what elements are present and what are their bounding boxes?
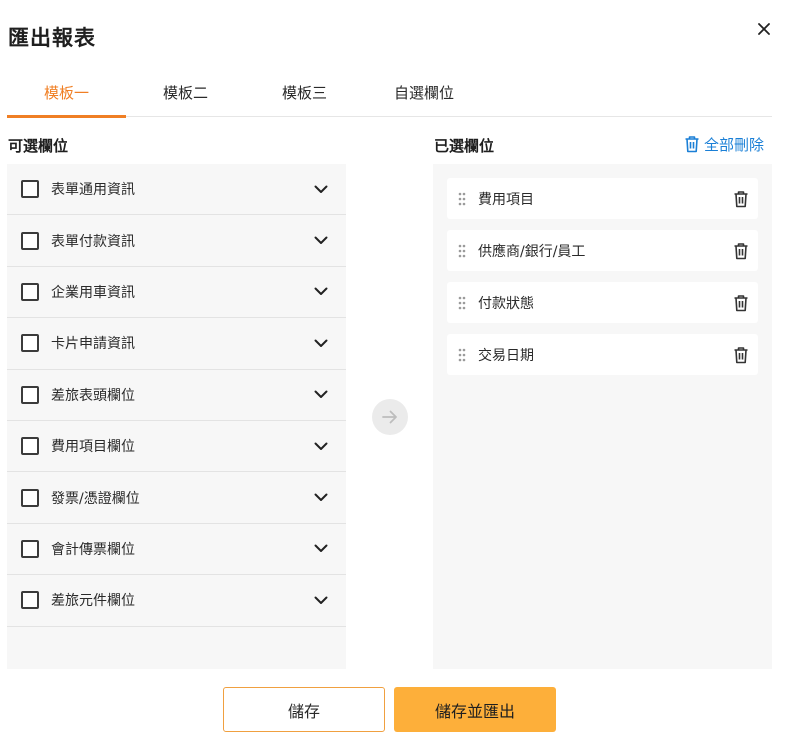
drag-handle-icon[interactable] [458,348,466,362]
field-group-row[interactable]: 差旅表頭欄位 [7,370,346,421]
available-fields-title: 可選欄位 [8,137,69,155]
close-icon [758,23,770,35]
field-group-label: 差旅表頭欄位 [51,387,135,404]
tab-template-1[interactable]: 模板一 [7,68,126,118]
drag-handle-icon[interactable] [458,296,466,310]
selected-field-item[interactable]: 交易日期 [447,334,758,375]
field-group-label: 表單付款資訊 [51,233,135,250]
chevron-down-icon[interactable] [313,335,329,351]
field-checkbox[interactable] [21,488,39,507]
field-group-row[interactable]: 表單付款資訊 [7,215,346,267]
chevron-down-icon[interactable] [313,592,329,608]
chevron-down-icon[interactable] [313,438,329,454]
field-group-label: 企業用車資訊 [51,284,135,301]
chevron-down-icon[interactable] [313,490,329,506]
field-group-row[interactable]: 卡片申請資訊 [7,318,346,370]
field-group-row[interactable]: 表單通用資訊 [7,164,346,216]
tab-template-3[interactable]: 模板三 [245,68,364,117]
trash-icon[interactable] [733,242,749,260]
field-group-row[interactable]: 差旅元件欄位 [7,575,346,627]
tab-template-2[interactable]: 模板二 [126,68,245,117]
chevron-down-icon[interactable] [313,181,329,197]
trash-icon[interactable] [733,346,749,364]
field-group-row[interactable]: 發票/憑證欄位 [7,472,346,524]
delete-all-label: 全部刪除 [704,135,765,154]
field-group-label: 卡片申請資訊 [51,336,135,353]
delete-all-button[interactable]: 全部刪除 [684,133,764,155]
selected-field-label: 費用項目 [478,191,534,208]
trash-icon[interactable] [733,294,749,312]
drag-handle-icon[interactable] [458,244,466,258]
field-group-row[interactable]: 費用項目欄位 [7,421,346,473]
trash-icon[interactable] [733,190,749,208]
arrow-right-icon [382,410,397,424]
selected-field-item[interactable]: 費用項目 [447,178,758,219]
field-group-label: 發票/憑證欄位 [51,490,140,507]
selected-fields-title: 已選欄位 [434,137,495,155]
selected-field-item[interactable]: 付款狀態 [447,282,758,323]
field-checkbox[interactable] [21,334,39,353]
field-group-row[interactable]: 會計傳票欄位 [7,524,346,576]
selected-field-label: 供應商/銀行/員工 [478,243,586,260]
save-button[interactable]: 儲存 [223,687,385,732]
field-checkbox[interactable] [21,539,39,558]
field-checkbox[interactable] [21,385,39,404]
field-checkbox[interactable] [21,437,39,456]
trash-icon [685,136,699,153]
move-to-selected-button[interactable] [372,399,408,435]
dialog-title: 匯出報表 [8,26,96,50]
field-checkbox[interactable] [21,591,39,610]
close-button[interactable] [754,19,774,39]
selected-field-label: 交易日期 [478,347,534,364]
field-group-label: 會計傳票欄位 [51,541,135,558]
chevron-down-icon[interactable] [313,541,329,557]
field-checkbox[interactable] [21,282,39,301]
field-group-label: 差旅元件欄位 [51,593,135,610]
available-fields-panel: 表單通用資訊 表單付款資訊 企業用車資訊 卡片申請資訊 差旅表頭欄位 費用項目欄… [7,164,346,669]
chevron-down-icon[interactable] [313,233,329,249]
selected-field-label: 付款狀態 [478,295,534,312]
field-checkbox[interactable] [21,180,39,199]
field-group-row[interactable]: 企業用車資訊 [7,267,346,319]
export-report-dialog: 匯出報表 模板一 模板二 模板三 自選欄位 可選欄位 已選欄位 全部刪除 表單通… [0,0,789,739]
tab-custom-fields[interactable]: 自選欄位 [364,68,484,117]
template-tabs: 模板一 模板二 模板三 自選欄位 [7,68,772,118]
drag-handle-icon[interactable] [458,192,466,206]
field-checkbox[interactable] [21,231,39,250]
chevron-down-icon[interactable] [313,284,329,300]
chevron-down-icon[interactable] [313,387,329,403]
selected-fields-panel: 費用項目 供應商/銀行/員工 付款狀態 交易日期 [433,164,772,669]
field-group-label: 表單通用資訊 [51,182,135,199]
field-group-label: 費用項目欄位 [51,439,135,456]
save-and-export-button[interactable]: 儲存並匯出 [394,687,556,732]
selected-field-item[interactable]: 供應商/銀行/員工 [447,230,758,271]
